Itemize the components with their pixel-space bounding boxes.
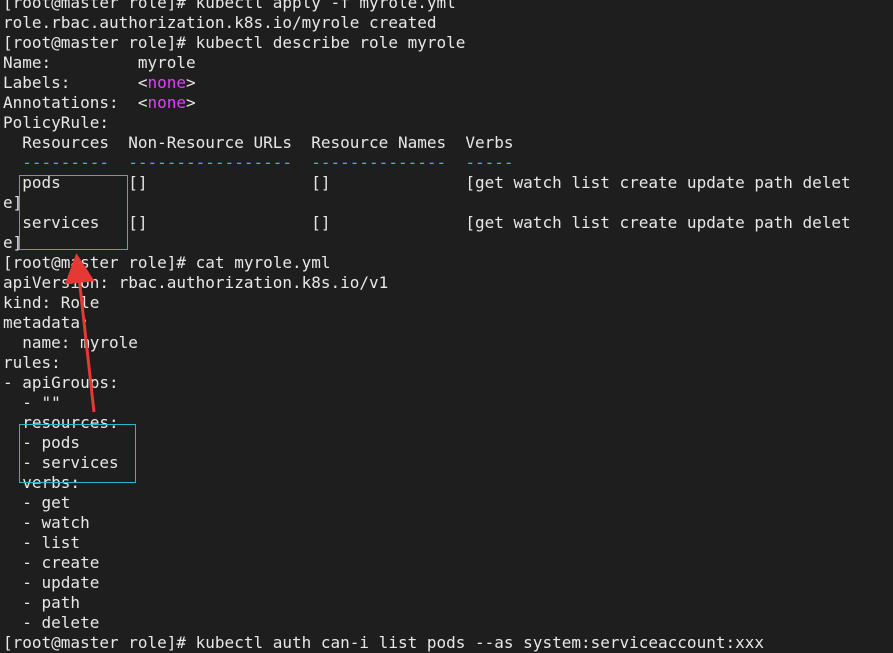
line-text: - update (3, 573, 100, 592)
line-text: [root@master role]# cat myrole.yml (3, 253, 331, 272)
line-text: PolicyRule: (3, 113, 109, 132)
line-text: - "" (3, 393, 61, 412)
terminal-line: [root@master role]# kubectl describe rol… (3, 33, 893, 53)
line-text: [root@master role]# kubectl describe rol… (3, 33, 466, 52)
terminal-line: resources: (3, 413, 893, 433)
none-value: none (147, 93, 187, 112)
line-text: Name: myrole (3, 53, 196, 72)
line-text: [root@master role]# kubectl auth can-i l… (3, 633, 764, 652)
terminal-line: - path (3, 593, 893, 613)
line-text-after: > (186, 93, 196, 112)
terminal-line: pods [] [] [get watch list create update… (3, 173, 893, 193)
line-text: metadata: (3, 313, 90, 332)
terminal-line: - delete (3, 613, 893, 633)
line-text: - delete (3, 613, 100, 632)
terminal-line: verbs: (3, 473, 893, 493)
line-text: - apiGroups: (3, 373, 119, 392)
line-text: kind: Role (3, 293, 100, 312)
terminal-line: - apiGroups: (3, 373, 893, 393)
line-text: pods [] [] [get watch list create update… (3, 173, 851, 192)
yaml-resources-highlight (19, 424, 136, 483)
terminal-line: PolicyRule: (3, 113, 893, 133)
terminal-line: - services (3, 453, 893, 473)
terminal-line: rules: (3, 353, 893, 373)
resources-table-highlight (19, 175, 128, 250)
terminal-line: - get (3, 493, 893, 513)
line-text: apiVersion: rbac.authorization.k8s.io/v1 (3, 273, 389, 292)
terminal-line: apiVersion: rbac.authorization.k8s.io/v1 (3, 273, 893, 293)
terminal-line: services [] [] [get watch list create up… (3, 213, 893, 233)
terminal-line: e] (3, 193, 893, 213)
terminal-line: [root@master role]# cat myrole.yml (3, 253, 893, 273)
terminal-line: - list (3, 533, 893, 553)
terminal-line: - pods (3, 433, 893, 453)
terminal-line: - watch (3, 513, 893, 533)
terminal-line: [root@master role]# kubectl apply -f myr… (3, 0, 893, 13)
line-text: - create (3, 553, 100, 572)
line-text: [root@master role]# kubectl apply -f myr… (3, 0, 456, 12)
terminal-line: Name: myrole (3, 53, 893, 73)
none-value: none (147, 73, 187, 92)
line-text: role.rbac.authorization.k8s.io/myrole cr… (3, 13, 437, 32)
terminal-line: metadata: (3, 313, 893, 333)
line-text: Resources Non-Resource URLs Resource Nam… (3, 133, 514, 152)
terminal-line: e] (3, 233, 893, 253)
line-text: services [] [] [get watch list create up… (3, 213, 851, 232)
terminal-line: Annotations: <none> (3, 93, 893, 113)
terminal-line: kind: Role (3, 293, 893, 313)
line-text: Labels: < (3, 73, 148, 92)
line-text: - watch (3, 513, 90, 532)
terminal-line: Labels: <none> (3, 73, 893, 93)
line-text: - path (3, 593, 81, 612)
line-text-after: > (186, 73, 196, 92)
terminal-line: role.rbac.authorization.k8s.io/myrole cr… (3, 13, 893, 33)
terminal-line: --------- ----------------- ------------… (3, 153, 893, 173)
terminal-line: Resources Non-Resource URLs Resource Nam… (3, 133, 893, 153)
line-text: - get (3, 493, 71, 512)
terminal-output[interactable]: [root@master role]# kubectl apply -f myr… (3, 0, 893, 653)
line-text: Annotations: < (3, 93, 148, 112)
line-text: rules: (3, 353, 61, 372)
terminal-line: - update (3, 573, 893, 593)
terminal-line: name: myrole (3, 333, 893, 353)
table-separator: --------- ----------------- ------------… (3, 153, 514, 172)
line-text: - list (3, 533, 81, 552)
terminal-line: - create (3, 553, 893, 573)
terminal-line: [root@master role]# kubectl auth can-i l… (3, 633, 893, 653)
terminal-line: - "" (3, 393, 893, 413)
line-text: name: myrole (3, 333, 138, 352)
